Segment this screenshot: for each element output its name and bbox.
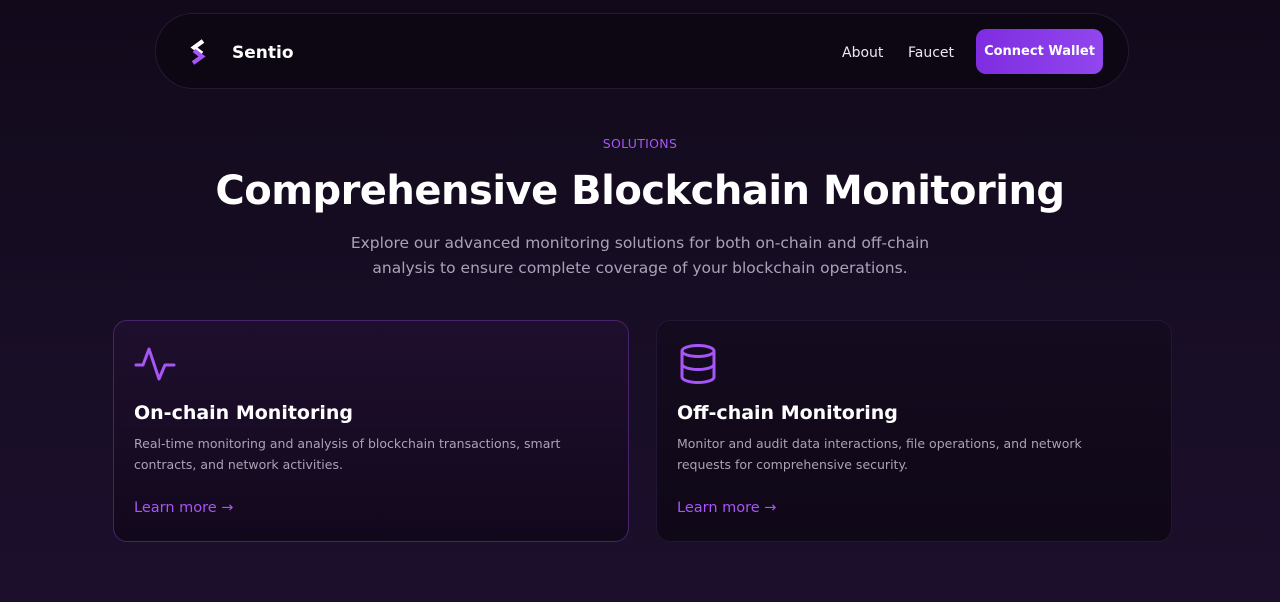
sentio-logo-icon[interactable] bbox=[188, 38, 208, 66]
connect-wallet-button[interactable]: Connect Wallet bbox=[976, 29, 1103, 74]
section-eyebrow: SOLUTIONS bbox=[602, 136, 678, 151]
page-subtitle: Explore our advanced monitoring solution… bbox=[350, 234, 930, 277]
learn-more-link[interactable]: Learn more → bbox=[677, 498, 776, 518]
activity-icon bbox=[134, 347, 176, 381]
card-off-chain-monitoring: Off-chain Monitoring Monitor and audit d… bbox=[656, 320, 1172, 542]
nav-link-about[interactable]: About bbox=[842, 44, 883, 62]
page-title: Comprehensive Blockchain Monitoring bbox=[215, 168, 1065, 214]
database-icon bbox=[680, 344, 716, 385]
card-on-chain-monitoring: On-chain Monitoring Real-time monitoring… bbox=[113, 320, 629, 542]
card-description: Real-time monitoring and analysis of blo… bbox=[134, 436, 561, 472]
learn-more-link[interactable]: Learn more → bbox=[134, 498, 233, 518]
card-description: Monitor and audit data interactions, fil… bbox=[677, 436, 1082, 472]
card-title: On-chain Monitoring bbox=[134, 402, 353, 424]
nav-link-faucet[interactable]: Faucet bbox=[908, 44, 954, 62]
card-title: Off-chain Monitoring bbox=[677, 402, 898, 424]
brand-name[interactable]: Sentio bbox=[232, 42, 294, 64]
top-navbar: Sentio About Faucet Connect Wallet bbox=[155, 13, 1129, 89]
